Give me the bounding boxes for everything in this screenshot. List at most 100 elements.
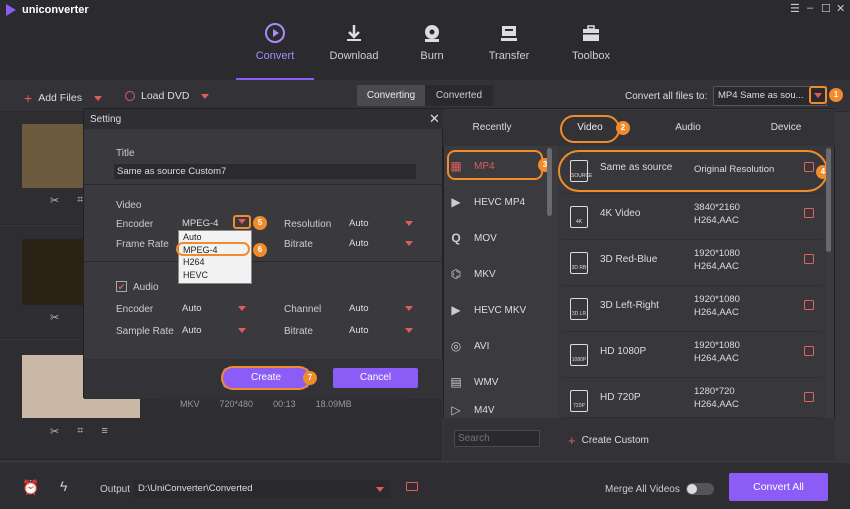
mp4-highlight xyxy=(447,150,543,180)
encoder-option[interactable]: HEVC xyxy=(179,269,251,282)
encoder-select[interactable]: MPEG-4 xyxy=(179,216,234,231)
nav-label: Burn xyxy=(420,50,444,62)
minimize-icon[interactable]: – xyxy=(807,2,813,14)
tab-device[interactable]: Device xyxy=(737,110,835,146)
format-hevc-mp4[interactable]: ▶ HEVC MP4 xyxy=(448,186,548,218)
tab-recently[interactable]: Recently xyxy=(443,110,541,146)
convert-all-button[interactable]: Convert All xyxy=(729,473,828,501)
format-label: MOV xyxy=(474,232,497,244)
thumb-tools: ✂ ⌗ xyxy=(50,194,83,207)
format-search-input[interactable] xyxy=(454,430,540,447)
convert-all-label: Convert all files to: xyxy=(625,91,708,102)
film-icon: ▷ xyxy=(451,403,461,417)
output-label: Output xyxy=(100,484,131,495)
video-thumbnail[interactable] xyxy=(22,124,88,188)
preset-resolution: 1920*1080 xyxy=(694,340,740,351)
format-hevc-mkv[interactable]: ▶ HEVC MKV xyxy=(448,294,548,326)
folder-icon[interactable] xyxy=(406,482,418,491)
trim-icon[interactable]: ✂ xyxy=(50,425,59,438)
edit-icon[interactable] xyxy=(804,346,814,356)
chevron-down-icon xyxy=(405,328,413,333)
chevron-down-icon xyxy=(405,306,413,311)
chevron-down-icon xyxy=(814,93,822,98)
encoder-option[interactable]: H264 xyxy=(179,256,251,269)
preset-item[interactable]: 3D RB 3D Red-Blue 1920*1080 H264,AAC xyxy=(562,240,822,286)
chevron-down-icon[interactable] xyxy=(201,93,210,99)
step-badge-2: 2 xyxy=(616,121,630,135)
nav-convert[interactable]: Convert xyxy=(235,22,315,62)
preset-codec: H264,AAC xyxy=(694,307,739,318)
preset-name: 3D Red-Blue xyxy=(600,254,658,265)
file-icon: 4K xyxy=(570,206,588,228)
download-icon xyxy=(347,25,361,41)
effects-icon[interactable]: ≡ xyxy=(101,425,107,438)
app-brand: uniconverter xyxy=(6,4,89,16)
close-icon[interactable]: ✕ xyxy=(836,2,845,15)
format-mov[interactable]: Q MOV xyxy=(448,222,548,254)
preset-item[interactable]: 3D LR 3D Left-Right 1920*1080 H264,AAC xyxy=(562,286,822,332)
dialog-close-icon[interactable]: ✕ xyxy=(429,111,440,127)
nav-transfer[interactable]: Transfer xyxy=(469,22,549,62)
format-mkv[interactable]: ⌬ MKV xyxy=(448,258,548,290)
schedule-icon[interactable]: ⏰ xyxy=(22,479,39,496)
create-custom-button[interactable]: + Create Custom xyxy=(568,433,649,448)
audio-checkbox[interactable]: ✔ xyxy=(116,281,127,292)
format-wmv[interactable]: ▤ WMV xyxy=(448,366,548,398)
edit-icon[interactable] xyxy=(804,300,814,310)
tab-audio[interactable]: Audio xyxy=(639,110,737,146)
format-avi[interactable]: ◎ AVI xyxy=(448,330,548,362)
audio-bitrate-label: Bitrate xyxy=(284,326,313,337)
bitrate-label: Bitrate xyxy=(284,239,313,250)
load-dvd-label: Load DVD xyxy=(141,90,190,102)
preset-list-scrollbar[interactable] xyxy=(826,148,831,252)
maximize-icon[interactable]: ☐ xyxy=(821,2,831,15)
nav-label: Convert xyxy=(255,50,295,62)
resolution-label: Resolution xyxy=(284,219,332,230)
output-path-select[interactable]: D:\UniConverter\Converted xyxy=(134,480,390,498)
trim-icon[interactable]: ✂ xyxy=(50,311,59,324)
chevron-down-icon xyxy=(405,241,413,246)
video-thumbnail[interactable] xyxy=(22,239,88,305)
edit-icon[interactable] xyxy=(804,254,814,264)
edit-icon[interactable] xyxy=(804,208,814,218)
crop-icon[interactable]: ⌗ xyxy=(77,425,83,438)
title-input[interactable]: Same as source Custom7 xyxy=(114,164,416,179)
chevron-down-icon[interactable] xyxy=(93,95,102,101)
toggle-knob xyxy=(687,484,697,494)
menu-icon[interactable]: ☰ xyxy=(790,2,800,15)
tab-converting[interactable]: Converting xyxy=(357,85,425,106)
step-badge-7: 7 xyxy=(303,371,317,385)
channel-label: Channel xyxy=(284,304,322,315)
video-tab-highlight xyxy=(560,115,620,143)
merge-toggle[interactable] xyxy=(686,483,714,495)
film-strip-icon: ▤ xyxy=(450,375,462,389)
preset-item[interactable]: 1080P HD 1080P 1920*1080 H264,AAC xyxy=(562,332,822,378)
nav-label: Transfer xyxy=(488,50,530,62)
trim-icon[interactable]: ✂ xyxy=(50,194,59,207)
tab-converted[interactable]: Converted xyxy=(425,85,493,106)
cancel-button[interactable]: Cancel xyxy=(333,368,418,388)
load-dvd-button[interactable]: Load DVD xyxy=(125,90,210,102)
preset-item[interactable]: 4K 4K Video 3840*2160 H264,AAC xyxy=(562,194,822,240)
nav-download[interactable]: Download xyxy=(314,22,394,62)
format-m4v[interactable]: ▷ M4V xyxy=(448,402,548,418)
preset-name: 4K Video xyxy=(600,208,641,219)
preset-name: HD 1080P xyxy=(600,346,647,357)
nav-toolbox[interactable]: Toolbox xyxy=(551,22,631,62)
hevc-icon: ▶ xyxy=(451,303,461,317)
thumb-tools: ✂ ⌗ ≡ xyxy=(50,425,108,438)
speed-icon[interactable]: ϟ xyxy=(60,478,67,494)
edit-icon[interactable] xyxy=(804,392,814,402)
chevron-down-icon xyxy=(238,306,246,311)
mkv-icon: ⌬ xyxy=(450,267,462,281)
format-list-scrollbar[interactable] xyxy=(547,148,552,216)
file-icon: 3D LR xyxy=(570,298,588,320)
audio-section-label: Audio xyxy=(133,282,159,293)
add-files-button[interactable]: + Add Files xyxy=(24,90,102,106)
format-label: HEVC MP4 xyxy=(474,196,526,208)
format-label: AVI xyxy=(474,340,490,352)
play-circle-icon: ◎ xyxy=(450,339,462,353)
preset-codec: H264,AAC xyxy=(694,399,739,410)
preset-item[interactable]: 720P HD 720P 1280*720 H264,AAC xyxy=(562,378,822,418)
nav-burn[interactable]: Burn xyxy=(392,22,472,62)
